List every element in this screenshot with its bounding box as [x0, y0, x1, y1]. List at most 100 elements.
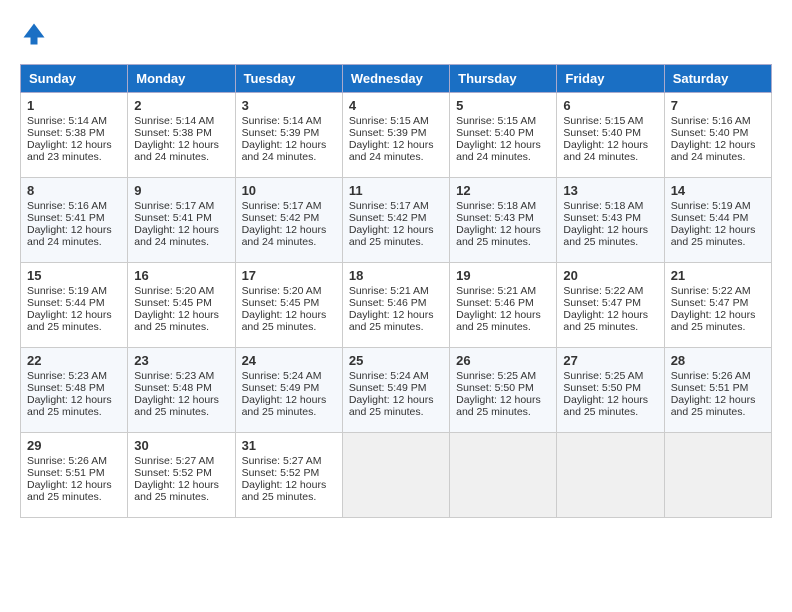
calendar-cell: 2Sunrise: 5:14 AMSunset: 5:38 PMDaylight… — [128, 93, 235, 178]
day-info-line: Daylight: 12 hours — [134, 224, 228, 236]
day-info-line: Sunset: 5:41 PM — [134, 212, 228, 224]
day-info-line: Sunrise: 5:16 AM — [671, 115, 765, 127]
week-row-2: 15Sunrise: 5:19 AMSunset: 5:44 PMDayligh… — [21, 263, 772, 348]
calendar-cell: 24Sunrise: 5:24 AMSunset: 5:49 PMDayligh… — [235, 348, 342, 433]
day-header-saturday: Saturday — [664, 65, 771, 93]
calendar-cell: 7Sunrise: 5:16 AMSunset: 5:40 PMDaylight… — [664, 93, 771, 178]
day-number: 23 — [134, 353, 228, 368]
day-info-line: Daylight: 12 hours — [671, 394, 765, 406]
day-info-line: Daylight: 12 hours — [671, 224, 765, 236]
day-number: 17 — [242, 268, 336, 283]
day-info-line: Sunrise: 5:24 AM — [349, 370, 443, 382]
calendar-cell: 30Sunrise: 5:27 AMSunset: 5:52 PMDayligh… — [128, 433, 235, 518]
day-number: 24 — [242, 353, 336, 368]
calendar-header-row: SundayMondayTuesdayWednesdayThursdayFrid… — [21, 65, 772, 93]
day-info-line: Daylight: 12 hours — [563, 224, 657, 236]
calendar-cell: 23Sunrise: 5:23 AMSunset: 5:48 PMDayligh… — [128, 348, 235, 433]
calendar-cell: 25Sunrise: 5:24 AMSunset: 5:49 PMDayligh… — [342, 348, 449, 433]
calendar-body: 1Sunrise: 5:14 AMSunset: 5:38 PMDaylight… — [21, 93, 772, 518]
day-info-line: Daylight: 12 hours — [563, 139, 657, 151]
day-info-line: Sunrise: 5:24 AM — [242, 370, 336, 382]
day-info-line: Daylight: 12 hours — [349, 394, 443, 406]
day-info-line: Sunrise: 5:20 AM — [134, 285, 228, 297]
day-info-line: Daylight: 12 hours — [671, 139, 765, 151]
day-info-line: Sunset: 5:43 PM — [563, 212, 657, 224]
day-info-line: Daylight: 12 hours — [456, 139, 550, 151]
day-info-line: and 25 minutes. — [134, 406, 228, 418]
day-info-line: Daylight: 12 hours — [349, 139, 443, 151]
day-info-line: and 25 minutes. — [27, 321, 121, 333]
calendar-cell: 8Sunrise: 5:16 AMSunset: 5:41 PMDaylight… — [21, 178, 128, 263]
day-info-line: Sunrise: 5:14 AM — [134, 115, 228, 127]
calendar-cell — [342, 433, 449, 518]
day-number: 19 — [456, 268, 550, 283]
day-number: 9 — [134, 183, 228, 198]
week-row-0: 1Sunrise: 5:14 AMSunset: 5:38 PMDaylight… — [21, 93, 772, 178]
day-info-line: and 24 minutes. — [563, 151, 657, 163]
day-info-line: and 24 minutes. — [671, 151, 765, 163]
day-info-line: Sunrise: 5:15 AM — [349, 115, 443, 127]
calendar-cell: 10Sunrise: 5:17 AMSunset: 5:42 PMDayligh… — [235, 178, 342, 263]
calendar-cell: 1Sunrise: 5:14 AMSunset: 5:38 PMDaylight… — [21, 93, 128, 178]
day-info-line: Daylight: 12 hours — [242, 139, 336, 151]
day-info-line: Daylight: 12 hours — [134, 394, 228, 406]
day-info-line: Daylight: 12 hours — [134, 479, 228, 491]
day-info-line: Sunrise: 5:20 AM — [242, 285, 336, 297]
day-info-line: Sunrise: 5:26 AM — [671, 370, 765, 382]
day-info-line: Daylight: 12 hours — [242, 479, 336, 491]
day-info-line: Daylight: 12 hours — [671, 309, 765, 321]
calendar-cell: 19Sunrise: 5:21 AMSunset: 5:46 PMDayligh… — [450, 263, 557, 348]
day-info-line: and 25 minutes. — [349, 406, 443, 418]
day-number: 15 — [27, 268, 121, 283]
calendar-cell: 29Sunrise: 5:26 AMSunset: 5:51 PMDayligh… — [21, 433, 128, 518]
day-info-line: Daylight: 12 hours — [27, 224, 121, 236]
day-info-line: Sunrise: 5:25 AM — [456, 370, 550, 382]
day-info-line: and 24 minutes. — [134, 151, 228, 163]
day-info-line: Sunset: 5:46 PM — [456, 297, 550, 309]
day-info-line: Daylight: 12 hours — [27, 139, 121, 151]
day-info-line: Sunrise: 5:27 AM — [242, 455, 336, 467]
day-info-line: Sunset: 5:39 PM — [242, 127, 336, 139]
day-info-line: and 25 minutes. — [134, 491, 228, 503]
day-info-line: and 25 minutes. — [242, 406, 336, 418]
day-number: 11 — [349, 183, 443, 198]
day-info-line: Sunrise: 5:16 AM — [27, 200, 121, 212]
day-info-line: Daylight: 12 hours — [563, 309, 657, 321]
day-info-line: Sunset: 5:40 PM — [563, 127, 657, 139]
day-number: 29 — [27, 438, 121, 453]
day-info-line: and 25 minutes. — [671, 406, 765, 418]
day-info-line: Sunset: 5:52 PM — [242, 467, 336, 479]
day-number: 28 — [671, 353, 765, 368]
day-info-line: Sunrise: 5:15 AM — [563, 115, 657, 127]
day-info-line: and 25 minutes. — [563, 321, 657, 333]
calendar-cell: 11Sunrise: 5:17 AMSunset: 5:42 PMDayligh… — [342, 178, 449, 263]
day-info-line: Sunset: 5:52 PM — [134, 467, 228, 479]
day-info-line: and 25 minutes. — [134, 321, 228, 333]
calendar-table: SundayMondayTuesdayWednesdayThursdayFrid… — [20, 64, 772, 518]
day-number: 31 — [242, 438, 336, 453]
day-info-line: Sunset: 5:40 PM — [456, 127, 550, 139]
day-info-line: Daylight: 12 hours — [242, 224, 336, 236]
day-info-line: Daylight: 12 hours — [134, 139, 228, 151]
day-info-line: and 24 minutes. — [27, 236, 121, 248]
day-number: 27 — [563, 353, 657, 368]
day-info-line: Sunrise: 5:18 AM — [456, 200, 550, 212]
calendar-cell: 17Sunrise: 5:20 AMSunset: 5:45 PMDayligh… — [235, 263, 342, 348]
day-number: 5 — [456, 98, 550, 113]
day-info-line: Daylight: 12 hours — [27, 479, 121, 491]
day-info-line: Sunrise: 5:23 AM — [27, 370, 121, 382]
calendar-cell: 6Sunrise: 5:15 AMSunset: 5:40 PMDaylight… — [557, 93, 664, 178]
day-info-line: Sunset: 5:38 PM — [27, 127, 121, 139]
day-info-line: Daylight: 12 hours — [27, 309, 121, 321]
day-number: 14 — [671, 183, 765, 198]
day-info-line: Sunset: 5:41 PM — [27, 212, 121, 224]
calendar-cell: 9Sunrise: 5:17 AMSunset: 5:41 PMDaylight… — [128, 178, 235, 263]
day-number: 16 — [134, 268, 228, 283]
day-info-line: Sunrise: 5:21 AM — [349, 285, 443, 297]
day-number: 2 — [134, 98, 228, 113]
day-info-line: Sunset: 5:51 PM — [27, 467, 121, 479]
logo-icon — [20, 20, 48, 48]
day-info-line: Daylight: 12 hours — [456, 309, 550, 321]
calendar-cell: 26Sunrise: 5:25 AMSunset: 5:50 PMDayligh… — [450, 348, 557, 433]
day-info-line: and 25 minutes. — [27, 406, 121, 418]
